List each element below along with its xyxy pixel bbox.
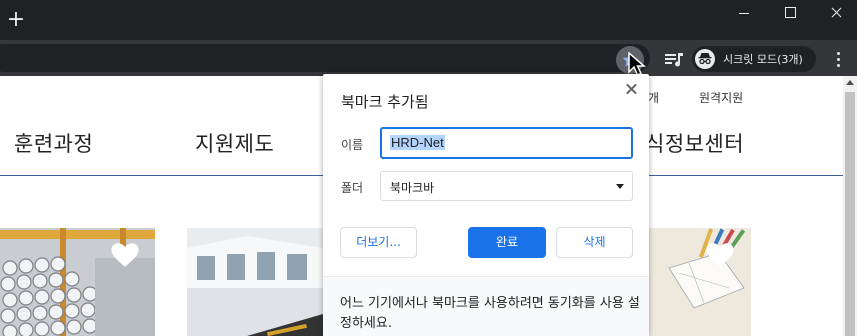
close-icon[interactable] bbox=[625, 82, 639, 96]
more-vert-icon[interactable] bbox=[834, 50, 844, 70]
course-card-image[interactable] bbox=[187, 228, 323, 336]
folder-label: 폴더 bbox=[341, 181, 364, 195]
menu-info-center[interactable]: 식정보센터 bbox=[645, 128, 744, 158]
bookmark-name-input[interactable]: HRD-Net bbox=[380, 127, 633, 159]
scroll-up-arrow-icon[interactable] bbox=[846, 80, 854, 85]
tab-strip: + bbox=[0, 0, 857, 40]
bookmark-name-value: HRD-Net bbox=[390, 135, 445, 150]
maximize-button[interactable] bbox=[767, 0, 813, 26]
dialog-title: 북마크 추가됨 bbox=[341, 93, 429, 111]
util-link[interactable]: 개 bbox=[648, 89, 659, 106]
remove-button[interactable]: 삭제 bbox=[556, 227, 633, 258]
menu-support-programs[interactable]: 지원제도 bbox=[195, 128, 274, 158]
incognito-profile-button[interactable]: 시크릿 모드(3개) bbox=[692, 46, 816, 72]
menu-training-courses[interactable]: 훈련과정 bbox=[14, 128, 93, 158]
new-tab-button[interactable]: + bbox=[6, 9, 26, 31]
folder-select-value: 북마크바 bbox=[390, 181, 435, 195]
heart-icon[interactable] bbox=[110, 242, 140, 268]
incognito-icon bbox=[695, 49, 715, 69]
course-card-image[interactable] bbox=[0, 228, 155, 336]
more-button[interactable]: 더보기... bbox=[340, 227, 417, 258]
folder-select[interactable]: 북마크바 bbox=[380, 171, 633, 201]
heart-icon[interactable] bbox=[705, 242, 735, 268]
sketch-drawing-image bbox=[649, 228, 751, 336]
done-button[interactable]: 완료 bbox=[468, 227, 546, 258]
sync-promo-footer: 어느 기기에서나 북마크를 사용하려면 동기화를 사용 설정하세요. bbox=[323, 276, 649, 336]
minimize-button[interactable] bbox=[721, 0, 767, 26]
chevron-down-icon bbox=[616, 184, 624, 189]
bookmark-added-dialog: 북마크 추가됨 이름 HRD-Net 폴더 북마크바 더보기... 완료 삭제 … bbox=[323, 74, 649, 336]
scrollbar-thumb[interactable] bbox=[845, 92, 855, 336]
window-close-button[interactable] bbox=[813, 0, 857, 26]
building-image bbox=[187, 228, 323, 336]
sync-message: 어느 기기에서나 북마크를 사용하려면 동기화를 사용 설정하세요. bbox=[340, 296, 640, 331]
incognito-label: 시크릿 모드(3개) bbox=[723, 53, 803, 66]
address-bar[interactable] bbox=[0, 44, 650, 72]
name-label: 이름 bbox=[341, 138, 364, 152]
util-link-remote-support[interactable]: 원격지원 bbox=[699, 89, 743, 106]
course-card-image[interactable] bbox=[649, 228, 751, 336]
media-control-icon[interactable] bbox=[662, 48, 686, 72]
